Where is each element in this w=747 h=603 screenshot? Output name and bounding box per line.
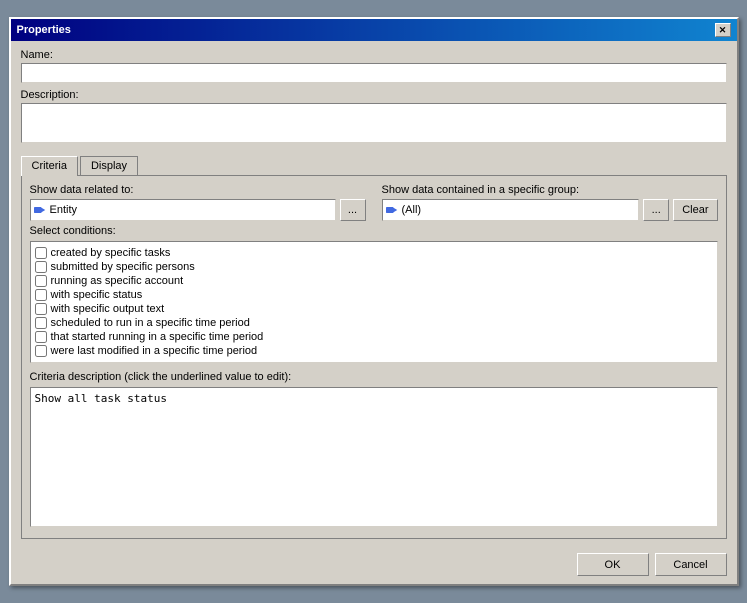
- condition-label-with-specific-output: with specific output text: [51, 303, 165, 315]
- entity-value: Entity: [50, 204, 78, 216]
- group-browse-button[interactable]: ...: [643, 199, 669, 221]
- condition-label-started-running: that started running in a specific time …: [51, 331, 264, 343]
- condition-submitted-by-persons: submitted by specific persons: [35, 260, 713, 274]
- checkbox-with-specific-status[interactable]: [35, 289, 47, 301]
- group-label: Show data contained in a specific group:: [382, 184, 718, 196]
- cancel-button[interactable]: Cancel: [655, 553, 727, 576]
- tabs-container: Criteria Display: [21, 156, 727, 175]
- clear-button[interactable]: Clear: [673, 199, 717, 221]
- condition-label-created-by-tasks: created by specific tasks: [51, 247, 171, 259]
- ok-button[interactable]: OK: [577, 553, 649, 576]
- close-button[interactable]: ✕: [715, 23, 731, 37]
- checkbox-last-modified[interactable]: [35, 345, 47, 357]
- condition-label-scheduled-time: scheduled to run in a specific time peri…: [51, 317, 250, 329]
- condition-started-running: that started running in a specific time …: [35, 330, 713, 344]
- show-data-label: Show data related to:: [30, 184, 366, 196]
- entity-input: Entity: [30, 199, 336, 221]
- condition-with-specific-status: with specific status: [35, 288, 713, 302]
- dialog-body: Name: Description: Criteria Display Show…: [11, 41, 737, 547]
- checkbox-started-running[interactable]: [35, 331, 47, 343]
- condition-created-by-tasks: created by specific tasks: [35, 246, 713, 260]
- entity-browse-button[interactable]: ...: [340, 199, 366, 221]
- condition-label-last-modified: were last modified in a specific time pe…: [51, 345, 258, 357]
- checkbox-with-specific-output[interactable]: [35, 303, 47, 315]
- title-bar: Properties ✕: [11, 19, 737, 41]
- conditions-label: Select conditions:: [30, 225, 718, 237]
- name-input[interactable]: [21, 63, 727, 83]
- condition-with-specific-output: with specific output text: [35, 302, 713, 316]
- conditions-box: created by specific tasks submitted by s…: [30, 241, 718, 363]
- tab-criteria[interactable]: Criteria: [21, 156, 78, 176]
- condition-label-submitted-by-persons: submitted by specific persons: [51, 261, 195, 273]
- show-data-row: Show data related to: Entity ...: [30, 184, 718, 221]
- group-icon: [386, 205, 398, 215]
- condition-last-modified: were last modified in a specific time pe…: [35, 344, 713, 358]
- checkbox-running-as-account[interactable]: [35, 275, 47, 287]
- checkbox-scheduled-time[interactable]: [35, 317, 47, 329]
- group-input: (All): [382, 199, 640, 221]
- dialog-footer: OK Cancel: [11, 547, 737, 584]
- name-label: Name:: [21, 49, 727, 61]
- condition-label-with-specific-status: with specific status: [51, 289, 143, 301]
- dialog-title: Properties: [17, 24, 71, 36]
- condition-running-as-account: running as specific account: [35, 274, 713, 288]
- description-input[interactable]: [21, 103, 727, 143]
- show-data-col-right: Show data contained in a specific group:…: [382, 184, 718, 221]
- condition-scheduled-time: scheduled to run in a specific time peri…: [35, 316, 713, 330]
- criteria-description-box[interactable]: [30, 387, 718, 527]
- condition-label-running-as-account: running as specific account: [51, 275, 184, 287]
- checkbox-submitted-by-persons[interactable]: [35, 261, 47, 273]
- properties-dialog: Properties ✕ Name: Description: Criteria…: [9, 17, 739, 586]
- entity-input-row: Entity ...: [30, 199, 366, 221]
- checkbox-created-by-tasks[interactable]: [35, 247, 47, 259]
- entity-icon: [34, 205, 46, 215]
- tab-content-criteria: Show data related to: Entity ...: [21, 175, 727, 539]
- group-input-row: (All) ... Clear: [382, 199, 718, 221]
- show-data-col-left: Show data related to: Entity ...: [30, 184, 366, 221]
- group-value: (All): [402, 204, 422, 216]
- criteria-description-label: Criteria description (click the underlin…: [30, 371, 718, 383]
- description-label: Description:: [21, 89, 727, 101]
- tab-display[interactable]: Display: [80, 156, 138, 175]
